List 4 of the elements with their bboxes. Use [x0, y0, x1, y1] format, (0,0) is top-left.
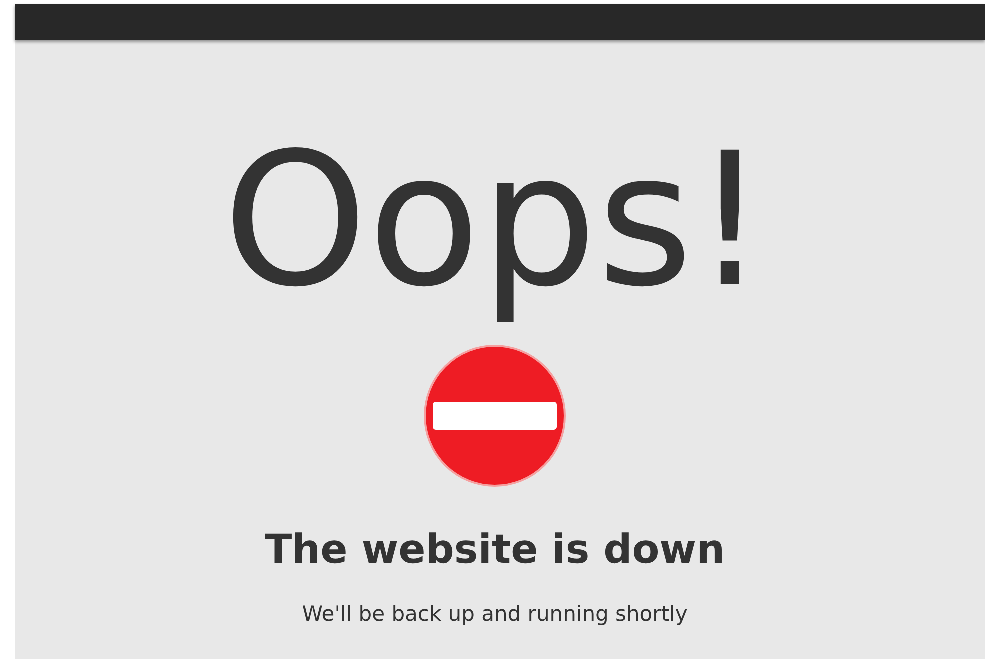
no-entry-icon	[423, 344, 567, 488]
page-title: Oops!	[223, 120, 767, 322]
status-heading: The website is down	[264, 530, 726, 570]
status-message: We'll be back up and running shortly	[302, 604, 688, 626]
